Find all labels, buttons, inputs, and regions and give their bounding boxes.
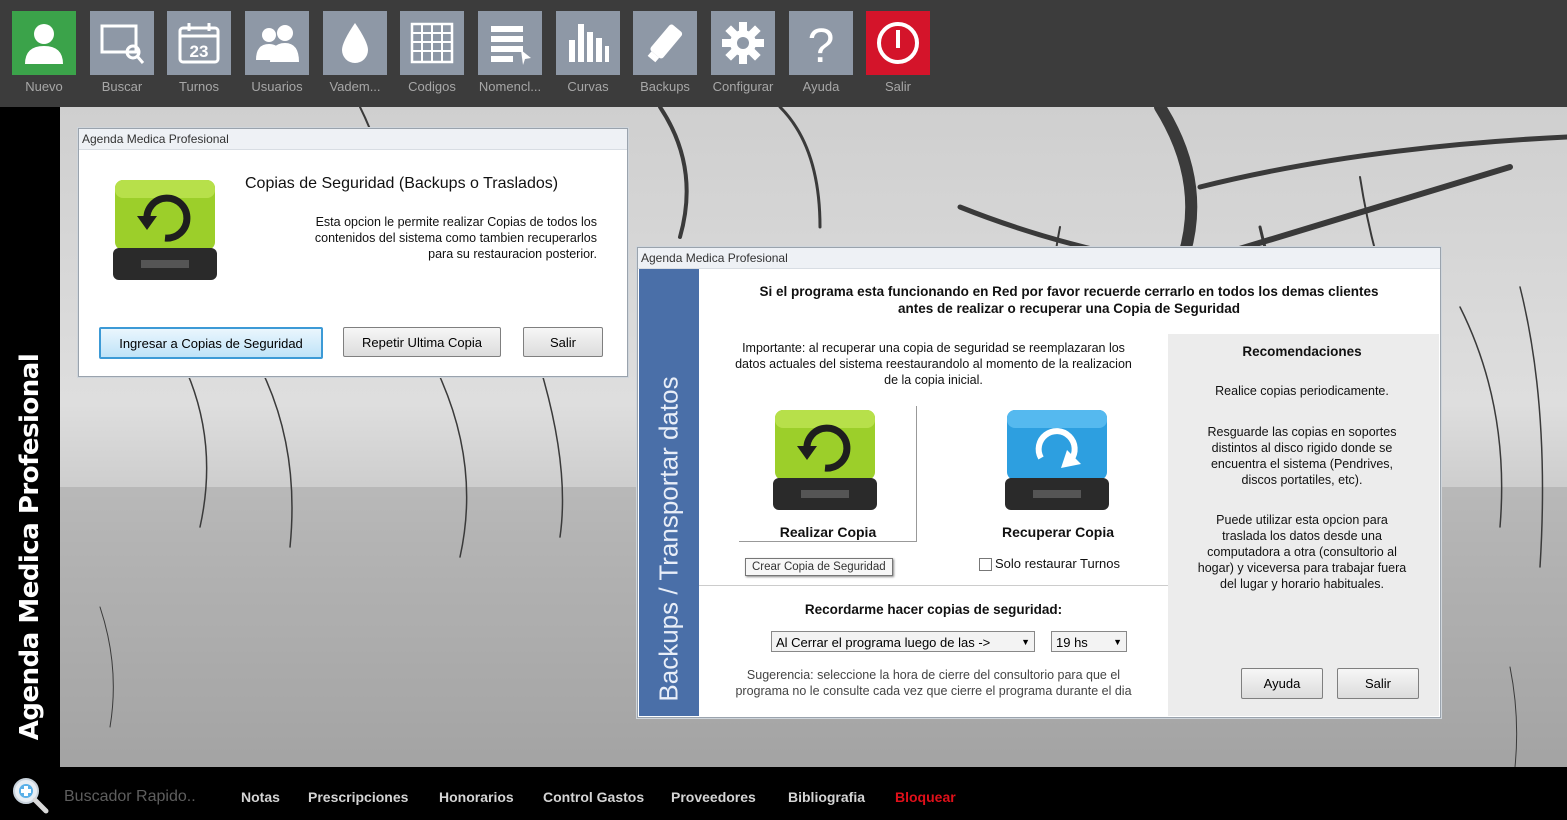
usb-drive-icon: [647, 24, 683, 63]
suggestion-note: Sugerencia: seleccione la hora de cierre…: [735, 668, 1132, 698]
make-copy-label[interactable]: Realizar Copia: [739, 524, 917, 540]
question-icon: ?: [808, 20, 835, 66]
exit-button[interactable]: [866, 11, 930, 75]
backup-main-panel: Importante: al recuperar una copia de se…: [699, 334, 1168, 716]
dialog2-exit-button[interactable]: Salir: [1337, 668, 1419, 699]
curves-label: Curvas: [567, 79, 609, 94]
codes-button[interactable]: [400, 11, 464, 75]
help-button[interactable]: ?: [789, 11, 853, 75]
main-toolbar: Nuevo Buscar 23 Turnos Usuarios Vadem...…: [0, 0, 1567, 107]
users-icon: [256, 25, 299, 62]
users-button[interactable]: [245, 11, 309, 75]
nomenclator-button[interactable]: [478, 11, 542, 75]
app-sidebar: Agenda Medica Profesional: [0, 107, 60, 767]
dialog1-exit-button[interactable]: Salir: [523, 327, 603, 357]
user-icon: [25, 24, 63, 64]
make-copy-drive-icon[interactable]: [769, 406, 881, 514]
exit-label: Salir: [884, 79, 911, 94]
calendar-icon: 23: [178, 23, 220, 64]
backup-dialog: Agenda Medica Profesional Backups / Tran…: [637, 247, 1441, 718]
bottom-bar: [0, 767, 1567, 820]
power-icon: [877, 22, 919, 64]
quick-search-input[interactable]: Buscador Rapido..: [64, 788, 196, 806]
codes-label: Codigos: [408, 79, 456, 94]
chevron-down-icon: ▼: [1113, 637, 1122, 647]
gear-icon: [722, 22, 764, 64]
prescriptions-link[interactable]: Prescripciones: [308, 789, 408, 805]
backups-button[interactable]: [633, 11, 697, 75]
reminder-label: Recordarme hacer copias de seguridad:: [804, 602, 1063, 617]
bibliography-link[interactable]: Bibliografia: [788, 789, 865, 805]
fees-link[interactable]: Honorarios: [439, 789, 514, 805]
backup-intro-dialog: Agenda Medica Profesional Copias de Segu…: [78, 128, 628, 377]
users-label: Usuarios: [251, 79, 303, 94]
side-banner-text: Backups / Transportar datos: [653, 376, 684, 702]
divider: [739, 541, 917, 542]
bar-chart-icon: [569, 24, 609, 62]
only-turns-checkbox[interactable]: [979, 558, 992, 571]
dialog1-heading: Copias de Seguridad (Backups o Traslados…: [245, 175, 559, 192]
configure-label: Configurar: [712, 79, 774, 94]
only-turns-label: Solo restaurar Turnos: [995, 556, 1121, 571]
configure-button[interactable]: [711, 11, 775, 75]
nomenclator-label: Nomencl...: [478, 79, 542, 94]
important-note: Importante: al recuperar una copia de se…: [735, 341, 1132, 387]
quick-search-icon[interactable]: [10, 776, 50, 814]
appointments-label: Turnos: [179, 79, 219, 94]
drop-icon: [342, 23, 368, 63]
dialog1-description: Esta opcion le permite realizar Copias d…: [314, 215, 597, 261]
suppliers-link[interactable]: Proveedores: [671, 789, 756, 805]
help-label: Ayuda: [802, 79, 840, 94]
search-screen-icon: [100, 24, 145, 64]
recommendation-2: Resguarde las copias en soportes distint…: [1207, 425, 1397, 487]
enter-backups-button[interactable]: Ingresar a Copias de Seguridad: [99, 327, 323, 359]
expense-control-link[interactable]: Control Gastos: [543, 789, 644, 805]
side-banner: Backups / Transportar datos: [639, 269, 699, 716]
app-vertical-title: Agenda Medica Profesional: [15, 353, 45, 741]
recommendations-panel: Recomendaciones Realice copias periodica…: [1168, 334, 1439, 716]
recommendation-1: Realice copias periodicamente.: [1215, 384, 1389, 398]
repeat-last-copy-button[interactable]: Repetir Ultima Copia: [343, 327, 501, 357]
svg-text:23: 23: [190, 42, 209, 61]
grid-icon: [410, 22, 454, 64]
divider: [916, 406, 917, 542]
list-icon: [491, 26, 531, 65]
new-label: Nuevo: [25, 79, 63, 94]
reminder-select[interactable]: Al Cerrar el programa luego de las -> ▼: [771, 631, 1035, 652]
divider: [699, 585, 1168, 586]
make-copy-tooltip: Crear Copia de Seguridad: [745, 558, 893, 576]
notes-link[interactable]: Notas: [241, 789, 280, 805]
restore-copy-label[interactable]: Recuperar Copia: [969, 524, 1147, 540]
chevron-down-icon: ▼: [1021, 637, 1030, 647]
vademecum-button[interactable]: [323, 11, 387, 75]
network-warning: Si el programa esta funcionando en Red p…: [699, 269, 1439, 333]
restore-copy-drive-icon[interactable]: [1001, 406, 1113, 514]
curves-button[interactable]: [556, 11, 620, 75]
recommendations-title: Recomendaciones: [1242, 344, 1362, 359]
dialog1-titlebar: Agenda Medica Profesional: [79, 129, 627, 150]
vademecum-label: Vadem...: [329, 79, 381, 94]
search-label: Buscar: [101, 79, 143, 94]
hour-select[interactable]: 19 hs ▼: [1051, 631, 1127, 652]
search-button[interactable]: [90, 11, 154, 75]
new-patient-button[interactable]: [12, 11, 76, 75]
dialog2-titlebar: Agenda Medica Profesional: [638, 248, 1440, 269]
help-button[interactable]: Ayuda: [1241, 668, 1323, 699]
svg-text:?: ?: [808, 20, 835, 66]
appointments-button[interactable]: 23: [167, 11, 231, 75]
recommendation-3: Puede utilizar esta opcion para traslada…: [1197, 513, 1407, 591]
lock-link[interactable]: Bloquear: [895, 789, 956, 805]
backups-label: Backups: [640, 79, 690, 94]
backup-drive-icon: [113, 180, 217, 280]
